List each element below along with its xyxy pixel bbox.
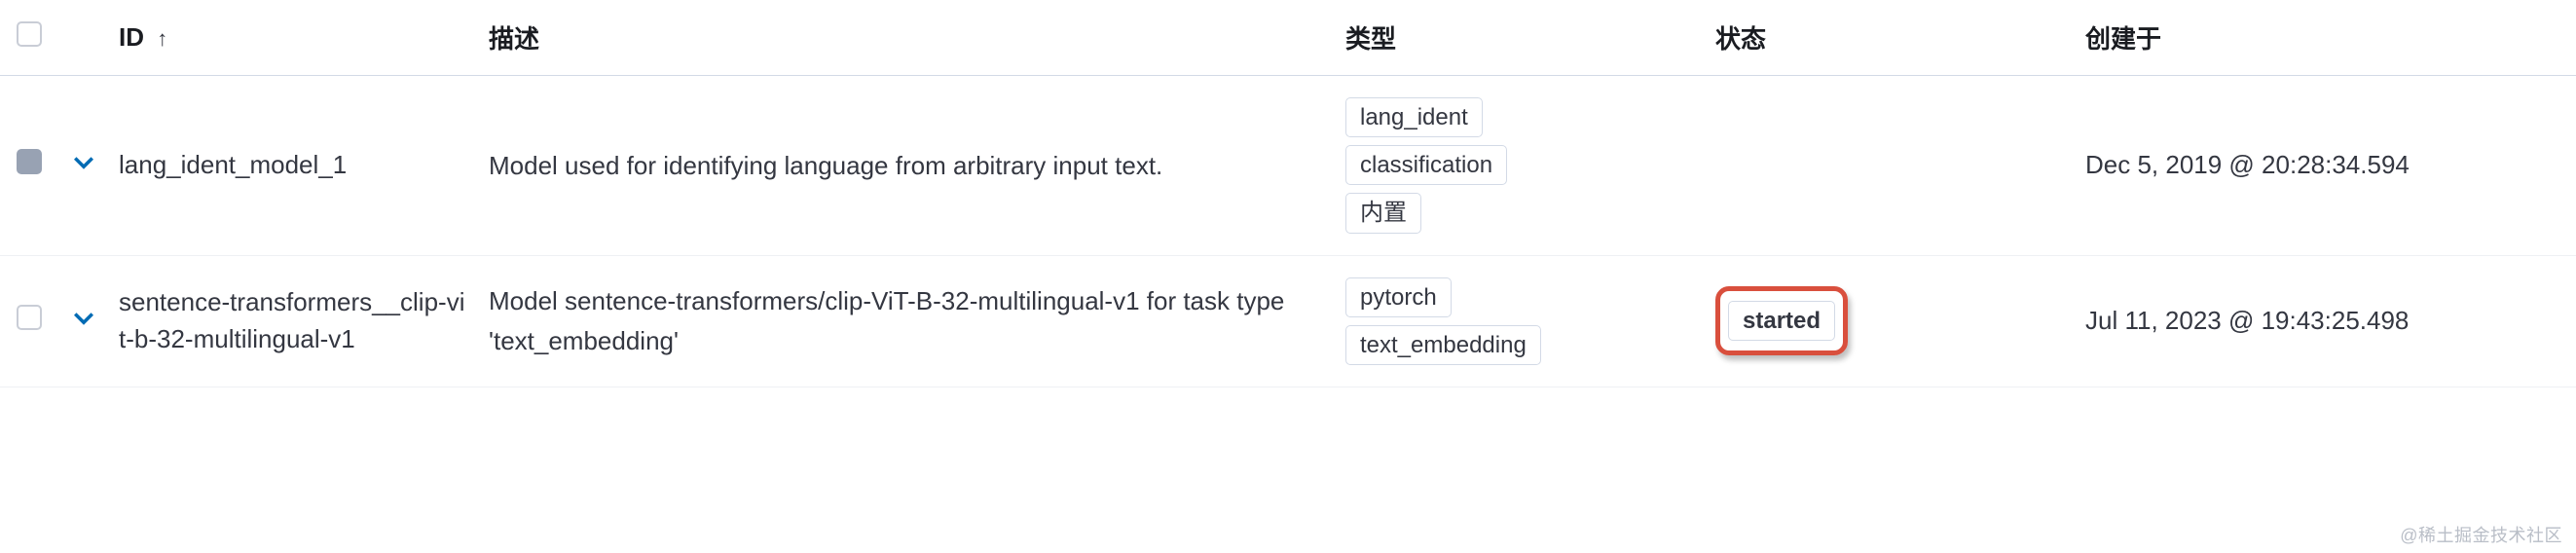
table-row: sentence-transformers__clip-vit-b-32-mul… xyxy=(0,255,2576,387)
model-created-at: Jul 11, 2023 @ 19:43:25.498 xyxy=(2074,255,2576,387)
status-badge: started xyxy=(1728,301,1835,341)
type-badge: classification xyxy=(1345,145,1507,185)
chevron-down-icon[interactable] xyxy=(70,148,97,175)
model-types: lang_ident classification 内置 xyxy=(1334,76,1704,256)
model-status: started xyxy=(1704,255,2074,387)
model-types: pytorch text_embedding xyxy=(1334,255,1704,387)
watermark: @稀土掘金技术社区 xyxy=(2400,522,2562,547)
row-checkbox[interactable] xyxy=(17,305,42,330)
column-status-label: 状态 xyxy=(1715,24,1766,54)
type-badge: text_embedding xyxy=(1345,325,1541,365)
type-badge: lang_ident xyxy=(1345,97,1483,137)
row-checkbox[interactable] xyxy=(17,149,42,174)
select-all-checkbox[interactable] xyxy=(17,21,42,47)
model-id: lang_ident_model_1 xyxy=(107,76,477,256)
sort-ascending-icon: ↑ xyxy=(157,26,167,51)
model-description: Model sentence-transformers/clip-ViT-B-3… xyxy=(477,255,1334,387)
column-header-id[interactable]: ID ↑ xyxy=(107,0,477,76)
status-highlight-annotation: started xyxy=(1715,286,1848,355)
type-badge: pytorch xyxy=(1345,277,1452,317)
column-id-label: ID xyxy=(119,22,144,52)
table-header-row: ID ↑ 描述 类型 状态 创建于 操作 xyxy=(0,0,2576,76)
model-status xyxy=(1704,76,2074,256)
column-description-label: 描述 xyxy=(489,24,539,54)
chevron-down-icon[interactable] xyxy=(70,304,97,331)
model-description: Model used for identifying language from… xyxy=(477,76,1334,256)
type-badge: 内置 xyxy=(1345,193,1421,233)
column-type-label: 类型 xyxy=(1345,24,1396,54)
model-created-at: Dec 5, 2019 @ 20:28:34.594 xyxy=(2074,76,2576,256)
column-header-description[interactable]: 描述 xyxy=(477,0,1334,76)
column-header-created[interactable]: 创建于 xyxy=(2074,0,2576,76)
column-header-type[interactable]: 类型 xyxy=(1334,0,1704,76)
model-id: sentence-transformers__clip-vit-b-32-mul… xyxy=(107,255,477,387)
column-created-label: 创建于 xyxy=(2085,24,2161,54)
table-row: lang_ident_model_1Model used for identif… xyxy=(0,76,2576,256)
column-header-status[interactable]: 状态 xyxy=(1704,0,2074,76)
models-table: ID ↑ 描述 类型 状态 创建于 操作 lang_ident_model_1M… xyxy=(0,0,2576,387)
